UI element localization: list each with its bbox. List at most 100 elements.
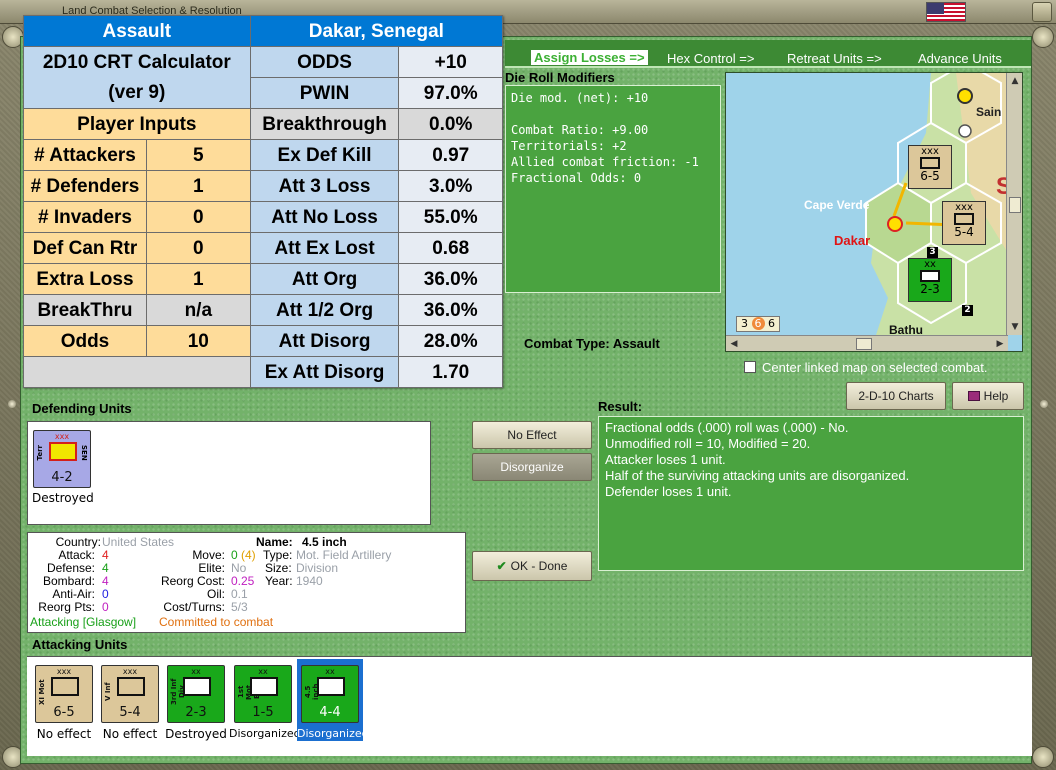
defending-units-list: xxx Terr SEN 4-2 Destroyed [27,421,431,525]
combat-type-label: Combat Type: Assault [524,336,660,351]
infantry-symbol-icon [117,677,145,696]
unit-info-panel: Country: United States Attack: 4 Defense… [27,532,466,633]
rivet-icon [8,400,16,408]
map-vertical-scroll-thumb[interactable] [1009,197,1021,213]
result-line: Defender loses 1 unit. [605,484,732,499]
stack-count-marker: 3 [927,247,938,258]
calc-input-value[interactable]: 5 [145,139,251,171]
checkbox-icon[interactable] [744,361,756,373]
help-button[interactable]: Help [952,382,1024,410]
crt-calculator: Assault Dakar, Senegal 2D10 CRT Calculat… [23,15,504,388]
step-hex-control[interactable]: Hex Control => [667,51,754,66]
counter-size: xxx [955,202,973,213]
counter-side-label: Terr [36,445,44,461]
unit-counter[interactable]: xx 1st Mot Eng 1-5 [234,665,292,723]
help-button-label: Help [983,389,1009,403]
stack-highlight-value: 6 [751,317,765,330]
step-assign-losses[interactable]: Assign Losses => [531,50,648,65]
stack-right-value: 6 [768,317,775,330]
calc-location: Dakar, Senegal [249,15,504,47]
result-panel: Fractional odds (.000) roll was (.000) -… [598,416,1024,571]
scroll-up-icon[interactable]: ▲ [1008,74,1022,88]
map-horizontal-scroll-thumb[interactable] [856,338,872,350]
map-counter-v-inf[interactable]: xxx 5-4 [942,201,986,245]
counter-size: xxx [56,667,72,676]
unit-counter[interactable]: xxx Terr SEN 4-2 [33,430,91,488]
map-counter-xi-mot[interactable]: xxx 6-5 [908,145,952,189]
attacking-unit[interactable]: xxx XI Mot 6-5 No effect [33,665,95,741]
unit-status: Destroyed [32,491,94,505]
attacking-unit[interactable]: xx 3rd Inf Div 2-3 Destroyed [165,665,227,741]
map-counter-3rd-inf[interactable]: xx 2-3 [908,258,952,302]
charts-button[interactable]: 2-D-10 Charts [846,382,946,410]
counter-strength: 4-4 [319,705,341,720]
calc-input-label: # Invaders [23,201,147,233]
info-year: 1940 [296,574,323,588]
unit-status: No effect [102,727,158,741]
attacking-units-list: xxx XI Mot 6-5 No effect xxx V Inf 5-4 N… [27,656,1032,756]
step-retreat-units[interactable]: Retreat Units => [787,51,882,66]
scroll-right-icon[interactable]: ▶ [993,337,1007,351]
attacking-unit[interactable]: xx 1st Mot Eng 1-5 Disorganized [229,665,301,740]
artillery-symbol-icon [317,677,345,696]
step-advance-units[interactable]: Advance Units [918,51,1002,66]
hex-stack-indicator[interactable]: 3 6 6 [736,316,780,332]
die-roll-line: Die mod. (net): +10 [511,91,649,105]
defending-units-heading: Defending Units [32,401,132,416]
calc-input-value[interactable]: 1 [145,170,251,202]
attacking-units-heading: Attacking Units [32,637,128,652]
infantry-symbol-icon [183,677,211,696]
die-roll-line: Territorials: +2 [511,139,627,153]
attacking-unit[interactable]: xxx V Inf 5-4 No effect [99,665,161,741]
checkmark-icon: ✔ [496,559,507,573]
infantry-symbol-icon [954,213,974,225]
calc-input-value[interactable]: 1 [145,263,251,295]
calc-row-label: Att 3 Loss [249,170,400,202]
calc-title: 2D10 CRT Calculator [23,46,251,78]
ok-done-label: OK - Done [510,559,568,573]
map-horizontal-scrollbar[interactable]: ◀ ▶ [726,335,1008,351]
calc-input-label: Odds [23,325,147,357]
calc-row-label: Att No Loss [249,201,400,233]
step-bar: Assign Losses => Hex Control => Retreat … [505,40,1031,68]
calc-row-label: Att Disorg [249,325,400,357]
scroll-down-icon[interactable]: ▼ [1008,320,1022,334]
counter-size: xxx [921,146,939,157]
counter-strength: 6-5 [920,169,940,183]
attacking-unit-selected[interactable]: xx 4.5 inch 4-4 Disorganized [297,659,369,741]
ok-done-button[interactable]: ✔ OK - Done [472,551,592,581]
calc-input-value[interactable]: 10 [145,325,251,357]
counter-size: xxx [54,432,70,441]
engineer-symbol-icon [250,677,278,696]
map-label-cape-verde: Cape Verde [804,198,870,212]
unit-counter[interactable]: xxx XI Mot 6-5 [35,665,93,723]
close-icon[interactable] [1032,2,1052,22]
info-status-committed: Committed to combat [159,615,274,629]
calc-input-value[interactable]: 0 [145,201,251,233]
die-roll-heading: Die Roll Modifiers [505,70,615,85]
counter-strength: 5-4 [954,225,974,239]
unit-counter[interactable]: xx 3rd Inf Div 2-3 [167,665,225,723]
info-reorg-points: 0 [102,600,109,614]
map-label-dakar: Dakar [834,233,871,248]
calc-row-label: PWIN [249,77,400,109]
no-effect-button[interactable]: No Effect [472,421,592,449]
calc-row-value: 28.0% [398,325,503,357]
unit-counter[interactable]: xx 4.5 inch 4-4 [301,665,359,723]
center-linked-map-checkbox[interactable]: Center linked map on selected combat. [744,360,987,375]
result-line: Fractional odds (.000) roll was (.000) -… [605,420,849,435]
counter-strength: 2-3 [920,282,940,296]
calc-input-label: # Defenders [23,170,147,202]
scroll-left-icon[interactable]: ◀ [727,337,741,351]
infantry-symbol-icon [920,270,940,282]
unit-counter[interactable]: xxx V Inf 5-4 [101,665,159,723]
linked-map[interactable]: Sain Cape Verde Dakar Bathu S xxx 6-5 xx… [725,72,1023,352]
result-line: Half of the surviving attacking units ar… [605,468,910,483]
defending-unit[interactable]: xxx Terr SEN 4-2 Destroyed [32,430,94,505]
calc-row-label: Att 1/2 Org [249,294,400,326]
calc-input-value[interactable]: 0 [145,232,251,264]
disorganize-button[interactable]: Disorganize [472,453,592,481]
map-vertical-scrollbar[interactable]: ▲ ▼ [1006,73,1022,335]
die-roll-line: Allied combat friction: -1 [511,155,699,169]
info-country: United States [102,535,175,549]
